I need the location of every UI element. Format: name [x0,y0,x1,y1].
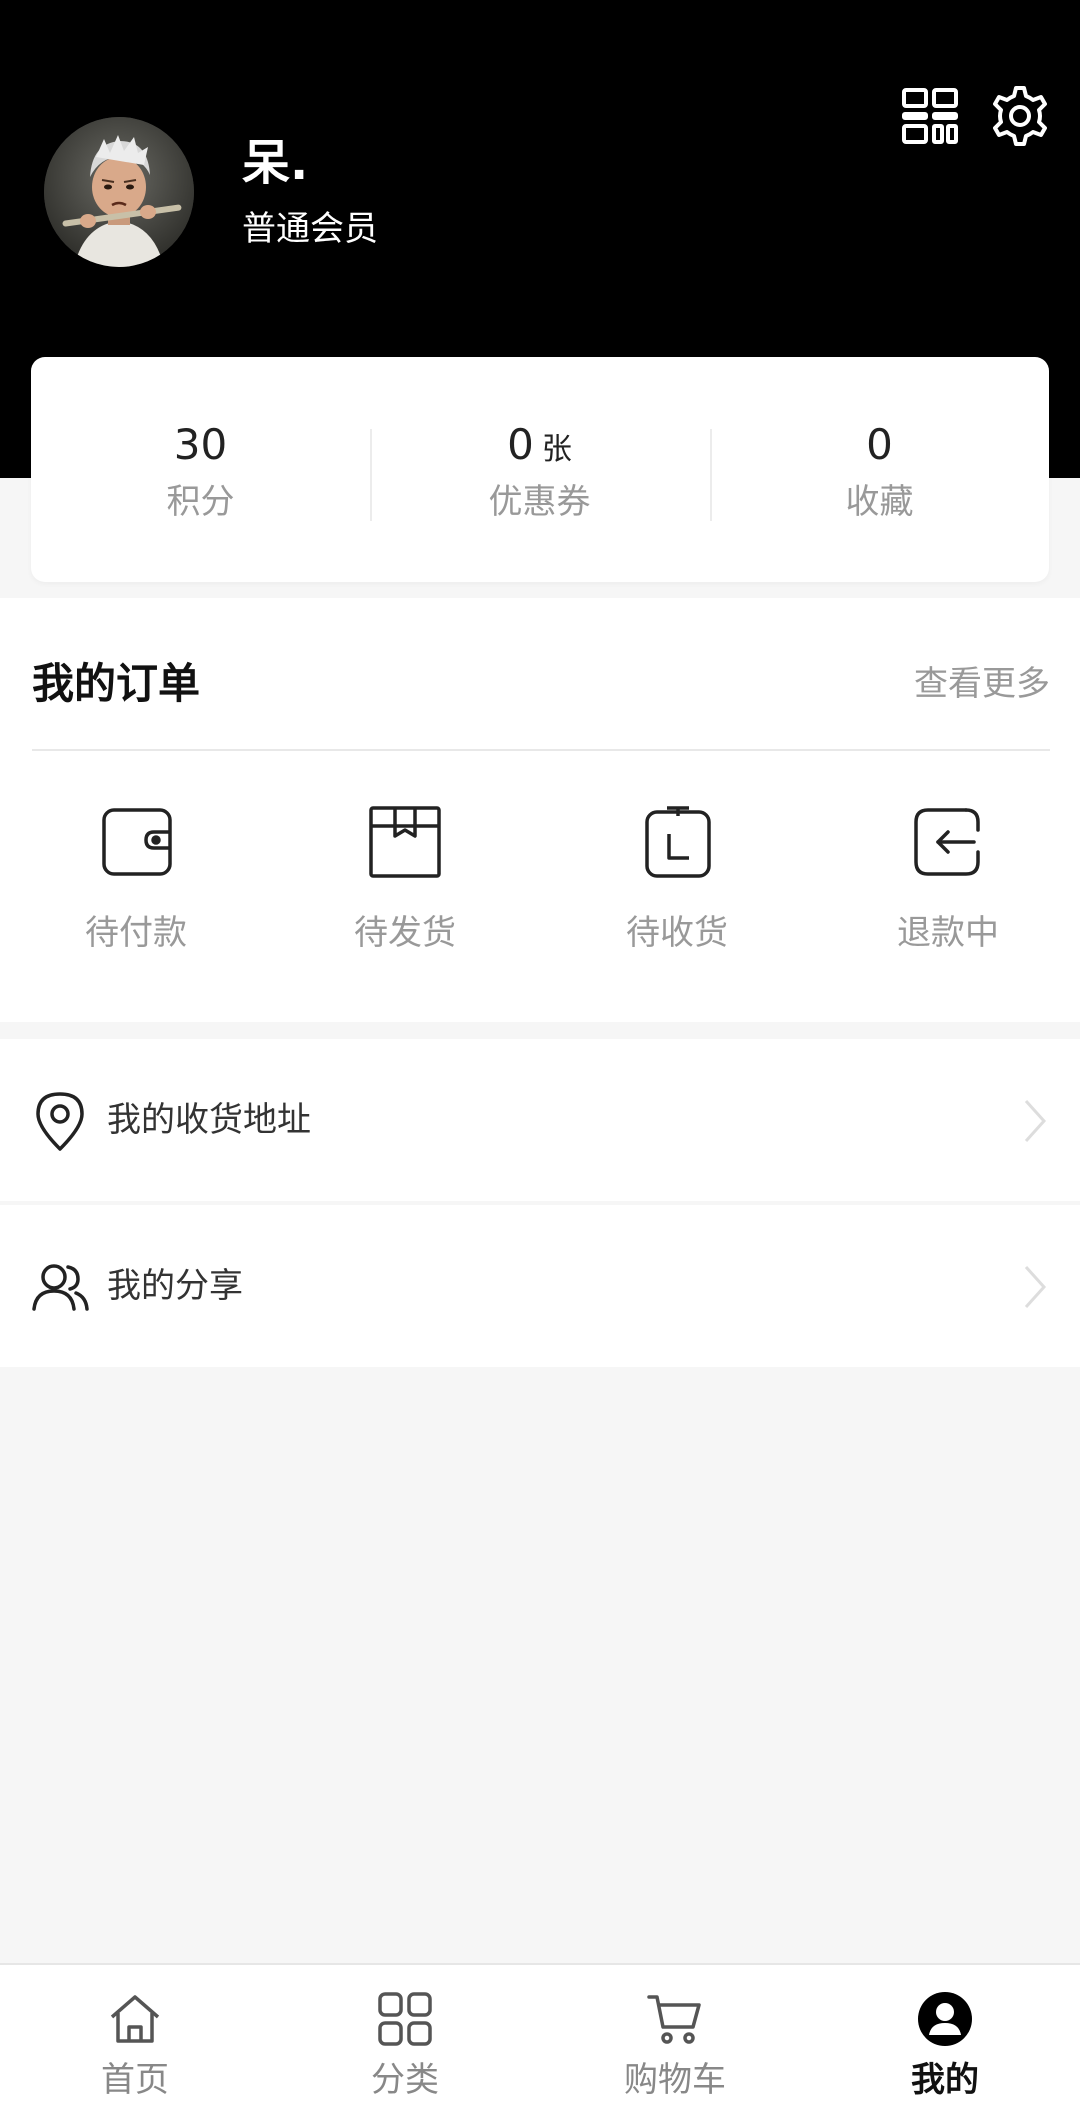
order-label: 待收货 [626,913,728,953]
tab-category[interactable]: 分类 [270,1965,540,2127]
tab-me[interactable]: 我的 [810,1965,1080,2127]
order-refunding[interactable]: 退款中 [812,798,1080,968]
view-more-link[interactable]: 查看更多 [914,658,1050,710]
order-pending-shipment[interactable]: 待发货 [269,798,541,968]
bottom-tab-bar: 首页 分类 购物车 我的 [0,1963,1080,2127]
menu-item-share[interactable]: 我的分享 [0,1205,1080,1367]
home-icon [107,1991,163,2047]
stat-label: 优惠券 [488,482,591,522]
member-level: 普通会员 [242,209,378,249]
users-icon [30,1255,90,1319]
order-pending-receipt[interactable]: 待收货 [541,798,813,968]
user-icon [917,1991,973,2047]
tab-cart[interactable]: 购物车 [540,1965,810,2127]
stat-label: 积分 [166,482,235,522]
stat-value: 0张 [507,420,572,469]
tab-label: 首页 [101,2060,169,2100]
stat-unit: 张 [541,432,572,467]
tab-home[interactable]: 首页 [0,1965,270,2127]
settings-gear-icon[interactable] [988,84,1052,148]
order-label: 待发货 [354,913,456,953]
order-label: 退款中 [897,913,999,953]
my-orders-section: 我的订单 查看更多 待付款 待发货 待收货 退款中 [0,598,1080,1022]
menu-label: 我的收货地址 [107,1100,311,1140]
chevron-right-icon [1020,1097,1050,1145]
tab-label: 我的 [911,2060,979,2100]
tab-label: 分类 [371,2060,439,2100]
package-icon [361,798,449,886]
order-label: 待付款 [85,913,187,953]
qr-code-icon[interactable] [900,86,960,146]
tab-label: 购物车 [624,2060,726,2100]
stat-points[interactable]: 30 积分 [31,357,370,582]
location-pin-icon [30,1089,90,1153]
divider [32,749,1050,751]
avatar[interactable] [44,117,194,267]
cart-icon [647,1991,703,2047]
wallet-icon [92,798,180,886]
username: 呆. [242,135,309,191]
grid-icon [377,1991,433,2047]
stat-favorites[interactable]: 0 收藏 [710,357,1049,582]
stat-value: 0 [866,420,893,469]
orders-title: 我的订单 [32,659,201,708]
order-pending-payment[interactable]: 待付款 [0,798,272,968]
stats-card: 30 积分 0张 优惠券 0 收藏 [31,357,1049,582]
stat-coupons[interactable]: 0张 优惠券 [370,357,709,582]
menu-item-address[interactable]: 我的收货地址 [0,1039,1080,1201]
chevron-right-icon [1020,1263,1050,1311]
stat-label: 收藏 [845,482,914,522]
clipboard-icon [633,798,721,886]
menu-label: 我的分享 [107,1266,243,1306]
return-icon [904,798,992,886]
stat-value: 30 [173,420,228,469]
